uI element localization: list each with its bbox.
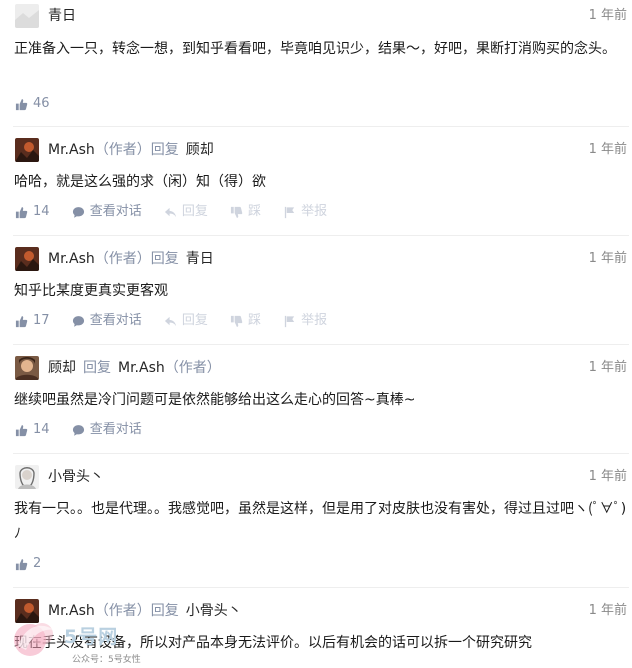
comment-actions: 14 查看对话 回复 踩 举报 (15, 202, 345, 222)
like-button[interactable]: 2 (15, 554, 41, 574)
comment-content: 哈哈，就是这么强的求（闲）知（得）欲 (14, 174, 266, 190)
view-conversation-button[interactable]: 查看对话 (72, 202, 142, 222)
avatar[interactable] (15, 4, 39, 28)
flag-icon (283, 206, 296, 219)
comment-header: 顾却 回复 Mr.Ash（作者） (48, 356, 221, 380)
view-conversation-label: 查看对话 (89, 422, 142, 437)
avatar[interactable] (15, 247, 39, 271)
chat-bubble-icon (72, 206, 85, 219)
like-count: 46 (33, 96, 50, 111)
like-count: 17 (33, 313, 50, 328)
avatar[interactable] (15, 465, 39, 489)
watermark: 5号网 公众号：5号女性 (8, 612, 168, 668)
like-count: 14 (33, 422, 50, 437)
thumb-up-icon (15, 424, 28, 437)
like-button[interactable]: 17 (15, 311, 50, 331)
watermark-site-name: 5号网 (64, 626, 119, 648)
reply-label: 回复 (150, 142, 179, 158)
avatar[interactable] (15, 138, 39, 162)
like-count: 2 (33, 556, 42, 571)
reply-to-name[interactable]: 顾却 (186, 142, 214, 158)
watermark-logo-icon (14, 623, 54, 656)
reply-button[interactable]: 回复 (164, 202, 208, 222)
comment-actions: 17 查看对话 回复 踩 举报 (15, 311, 345, 331)
avatar[interactable] (15, 356, 39, 380)
comment-actions: 14 查看对话 (15, 420, 160, 440)
comment-header: Mr.Ash（作者）回复 青日 (48, 247, 214, 271)
reply-arrow-icon (164, 206, 177, 219)
author-name[interactable]: 顾却 (48, 360, 76, 376)
author-name[interactable]: Mr.Ash (48, 142, 95, 158)
view-conversation-button[interactable]: 查看对话 (72, 311, 142, 331)
comment-time: 1 年前 (588, 8, 627, 23)
divider (13, 235, 629, 236)
like-button[interactable]: 46 (15, 94, 50, 114)
reply-to-name[interactable]: Mr.Ash (118, 360, 165, 376)
comment-content: 知乎比某度更真实更客观 (14, 283, 168, 299)
view-conversation-label: 查看对话 (89, 204, 142, 219)
reply-label: 回复 (83, 360, 111, 376)
reply-to-name[interactable]: 小骨头丶 (186, 603, 242, 619)
comment-content: 正准备入一只，转念一想，到知乎看看吧，毕竟咱见识少，结果～，好吧，果断打消购买的… (14, 41, 616, 57)
watermark-account: 公众号：5号女性 (70, 652, 143, 665)
reply-button-label: 回复 (181, 204, 208, 219)
author-name[interactable]: Mr.Ash (48, 251, 95, 267)
author-name[interactable]: 小骨头丶 (48, 469, 104, 485)
author-name[interactable]: 青日 (48, 8, 76, 24)
divider (13, 126, 629, 127)
thumb-up-icon (15, 315, 28, 328)
report-button[interactable]: 举报 (283, 202, 327, 222)
divider (13, 453, 629, 454)
reply-button[interactable]: 回复 (164, 311, 208, 331)
author-tag: （作者） (94, 251, 151, 267)
divider (13, 587, 629, 588)
like-button[interactable]: 14 (15, 202, 50, 222)
dislike-button[interactable]: 踩 (230, 311, 261, 331)
reply-to-name[interactable]: 青日 (186, 251, 214, 267)
thumb-down-icon (230, 206, 243, 219)
comment-time: 1 年前 (588, 142, 627, 157)
flag-icon (283, 315, 296, 328)
author-tag: （作者） (94, 142, 151, 158)
like-button[interactable]: 14 (15, 420, 50, 440)
dislike-label: 踩 (248, 204, 262, 219)
report-label: 举报 (301, 204, 328, 219)
dislike-button[interactable]: 踩 (230, 202, 261, 222)
comment-actions: 2 (15, 554, 59, 574)
thumb-up-icon (15, 558, 28, 571)
dislike-label: 踩 (248, 313, 262, 328)
thumb-down-icon (230, 315, 243, 328)
comment-header: 小骨头丶 (48, 465, 104, 489)
view-conversation-label: 查看对话 (89, 313, 142, 328)
thumb-up-icon (15, 98, 28, 111)
comment-time: 1 年前 (588, 469, 627, 484)
thumb-up-icon (15, 206, 28, 219)
report-label: 举报 (301, 313, 328, 328)
comment-header: Mr.Ash（作者）回复 顾却 (48, 138, 214, 162)
comment-time: 1 年前 (588, 603, 627, 618)
comment-header: 青日 (48, 4, 76, 28)
divider (13, 344, 629, 345)
chat-bubble-icon (72, 315, 85, 328)
comment-actions: 46 (15, 94, 68, 114)
reply-button-label: 回复 (181, 313, 208, 328)
report-button[interactable]: 举报 (283, 311, 327, 331)
reply-to-tag: （作者） (164, 360, 221, 376)
comment-time: 1 年前 (588, 251, 627, 266)
comment-time: 1 年前 (588, 360, 627, 375)
reply-label: 回复 (150, 251, 179, 267)
reply-arrow-icon (164, 315, 177, 328)
comment-content: 我有一只。。也是代理。。我感觉吧，虽然是这样，但是用了对皮肤也没有害处，得过且过… (14, 501, 627, 542)
like-count: 14 (33, 204, 50, 219)
comment-content: 继续吧虽然是冷门问题可是依然能够给出这么走心的回答~真棒~ (14, 392, 416, 408)
view-conversation-button[interactable]: 查看对话 (72, 420, 142, 440)
chat-bubble-icon (72, 424, 85, 437)
